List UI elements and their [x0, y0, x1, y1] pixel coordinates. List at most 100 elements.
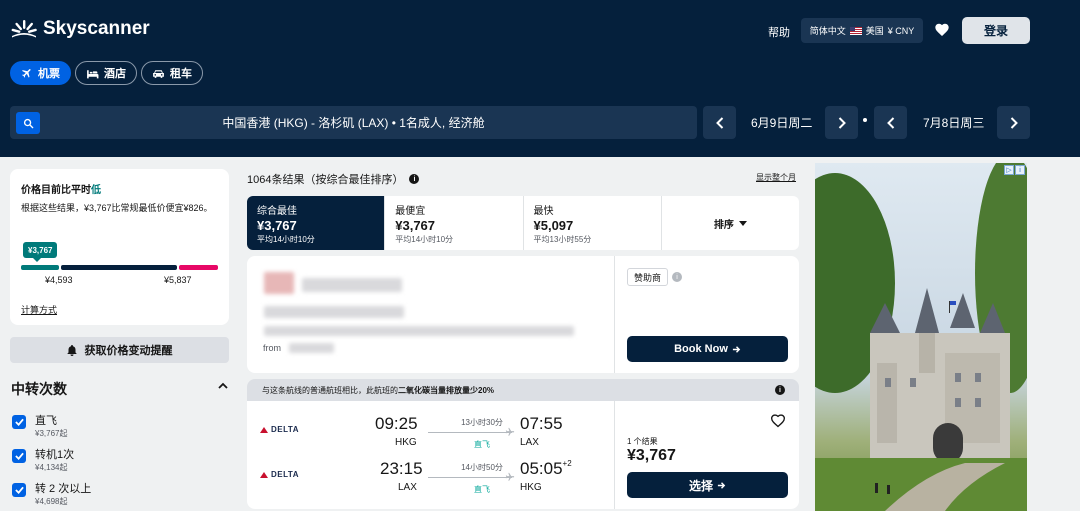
date-separator	[863, 118, 867, 122]
arrival-time: 07:55	[520, 414, 563, 434]
tab-car-hire[interactable]: 租车	[141, 61, 203, 85]
search-icon	[23, 118, 33, 128]
checkbox-one-stop[interactable]	[12, 449, 26, 463]
sort-tab-label: 综合最佳	[257, 206, 297, 217]
info-icon[interactable]: i	[775, 385, 785, 395]
sort-tab-fastest[interactable]: 最快 ¥5,097 平均13小时55分	[524, 196, 662, 250]
sponsored-ad-card[interactable]: from 赞助商 i Book Now	[247, 256, 799, 373]
price-insight-highlight: 低	[91, 185, 101, 196]
us-flag-icon	[849, 26, 862, 35]
login-button[interactable]: 登录	[962, 17, 1030, 44]
plane-icon	[505, 472, 515, 481]
tab-hotels-label: 酒店	[104, 68, 126, 80]
sort-tab-label: 最快	[533, 206, 554, 217]
depart-prev-button[interactable]	[703, 106, 736, 139]
departure-airport: LAX	[398, 482, 417, 493]
delta-widget-icon	[260, 426, 268, 433]
sort-tabs: 综合最佳 ¥3,767 平均14小时10分 最便宜 ¥3,767 平均14小时1…	[247, 196, 799, 250]
show-whole-month-link[interactable]: 显示整个月	[756, 172, 796, 183]
blurred-ad-line	[264, 326, 574, 336]
arrival-time-text: 05:05	[520, 459, 563, 478]
search-button[interactable]	[16, 112, 40, 134]
region-label: 美国	[865, 26, 884, 36]
arrival-time-text: 07:55	[520, 414, 563, 433]
price-range-bar	[21, 265, 218, 270]
flight-price: ¥3,767	[627, 447, 676, 464]
price-alert-button[interactable]: 获取价格变动提醒	[10, 337, 229, 363]
select-label: 选择	[688, 478, 713, 493]
stops-label: 直飞	[474, 485, 490, 494]
price-range-typical-segment	[61, 265, 177, 270]
price-range-high-segment	[179, 265, 218, 270]
checkbox-direct[interactable]	[12, 415, 26, 429]
price-alert-label: 获取价格变动提醒	[84, 345, 173, 357]
stops-option-label: 转机1次	[35, 449, 75, 461]
book-now-label: Book Now	[674, 343, 728, 355]
stops-option-two-plus[interactable]: 转 2 次以上 ¥4,698起	[12, 483, 91, 507]
arrow-right-icon	[732, 345, 741, 353]
stops-option-one-stop[interactable]: 转机1次 ¥4,134起	[12, 449, 74, 473]
result-count: 1064条结果（按综合最佳排序） i	[247, 171, 420, 187]
result-count-text: 1064条结果（按综合最佳排序）	[247, 174, 404, 186]
airline-name: DELTA	[271, 470, 299, 479]
plane-icon	[505, 427, 515, 436]
route-line	[428, 432, 512, 433]
info-icon[interactable]: i	[672, 272, 682, 282]
price-insight-card: 价格目前比平时低 根据这些结果，¥3,767比常规最低价便宜¥826。 ¥3,7…	[10, 169, 229, 325]
return-prev-button[interactable]	[874, 106, 907, 139]
ad-info-icon: i	[1015, 165, 1025, 175]
chevron-up-icon[interactable]	[218, 382, 228, 389]
book-now-button[interactable]: Book Now	[627, 336, 788, 362]
saved-heart-icon[interactable]	[934, 22, 950, 38]
flight-result-card[interactable]: DELTA 09:25 HKG 13小时30分 直飞 07:55 LAX DEL…	[247, 401, 799, 509]
stops-option-price: ¥3,767起	[35, 429, 68, 438]
sort-tab-price: ¥3,767	[395, 218, 436, 233]
depart-next-button[interactable]	[825, 106, 858, 139]
sort-tab-cheapest[interactable]: 最便宜 ¥3,767 平均14小时10分	[385, 196, 524, 250]
return-next-button[interactable]	[997, 106, 1030, 139]
top-header: Skyscanner 帮助 简体中文 美国 ¥ CNY 登录 机票 酒店 租车 …	[0, 0, 1080, 157]
tab-flights[interactable]: 机票	[10, 61, 71, 85]
tab-hotels[interactable]: 酒店	[75, 61, 137, 85]
ad-choices-badge[interactable]: ▷ i	[1004, 165, 1025, 175]
blurred-ad-line	[264, 306, 404, 318]
departure-time: 09:25	[375, 414, 418, 433]
price-insight-title: 价格目前比平时低	[21, 181, 101, 196]
sort-tab-time: 平均14小时10分	[257, 235, 315, 244]
info-icon[interactable]: i	[409, 174, 420, 184]
arrival-time: 05:05+2	[520, 459, 572, 479]
search-summary-text: 中国香港 (HKG) - 洛杉矶 (LAX) • 1名成人, 经济舱	[222, 116, 485, 130]
logo-text: Skyscanner	[43, 18, 150, 39]
search-summary-bar[interactable]: 中国香港 (HKG) - 洛杉矶 (LAX) • 1名成人, 经济舱	[10, 106, 697, 139]
help-link[interactable]: 帮助	[768, 24, 790, 40]
return-date[interactable]: 7月8日周三	[923, 106, 984, 139]
price-insight-title-text: 价格目前比平时	[21, 185, 91, 196]
calculation-method-link[interactable]: 计算方式	[21, 303, 57, 316]
checkmark-icon	[14, 486, 24, 494]
stops-option-price: ¥4,698起	[35, 497, 68, 506]
locale-selector[interactable]: 简体中文 美国 ¥ CNY	[801, 18, 923, 43]
checkmark-icon	[14, 452, 24, 460]
chevron-left-icon	[715, 116, 723, 129]
depart-date[interactable]: 6月9日周二	[751, 106, 812, 139]
airline-name: DELTA	[271, 425, 299, 434]
skyscanner-logo[interactable]: Skyscanner	[11, 18, 150, 40]
return-leg: DELTA 23:15 LAX 14小时50分 直飞 05:05+2 HKG	[247, 446, 614, 496]
select-button[interactable]: 选择	[627, 472, 788, 498]
sort-tab-time: 平均13小时55分	[533, 235, 592, 244]
blurred-ad-price	[289, 343, 334, 353]
stops-option-price: ¥4,134起	[35, 463, 68, 472]
day-offset: +2	[562, 459, 572, 468]
save-heart-icon[interactable]	[770, 413, 786, 428]
stops-option-direct[interactable]: 直飞 ¥3,767起	[12, 415, 67, 439]
checkmark-icon	[14, 418, 24, 426]
arrival-airport: HKG	[520, 482, 542, 493]
delta-widget-icon	[260, 471, 268, 478]
advertisement-image[interactable]: ▷ i	[815, 163, 1027, 511]
route-line	[428, 477, 512, 478]
sunrise-logo-icon	[11, 20, 37, 38]
sort-tab-best[interactable]: 综合最佳 ¥3,767 平均14小时10分	[247, 196, 386, 250]
sort-by-dropdown[interactable]: 排序	[662, 196, 799, 250]
checkbox-two-plus[interactable]	[12, 483, 26, 497]
currency-label: ¥ CNY	[887, 25, 915, 36]
